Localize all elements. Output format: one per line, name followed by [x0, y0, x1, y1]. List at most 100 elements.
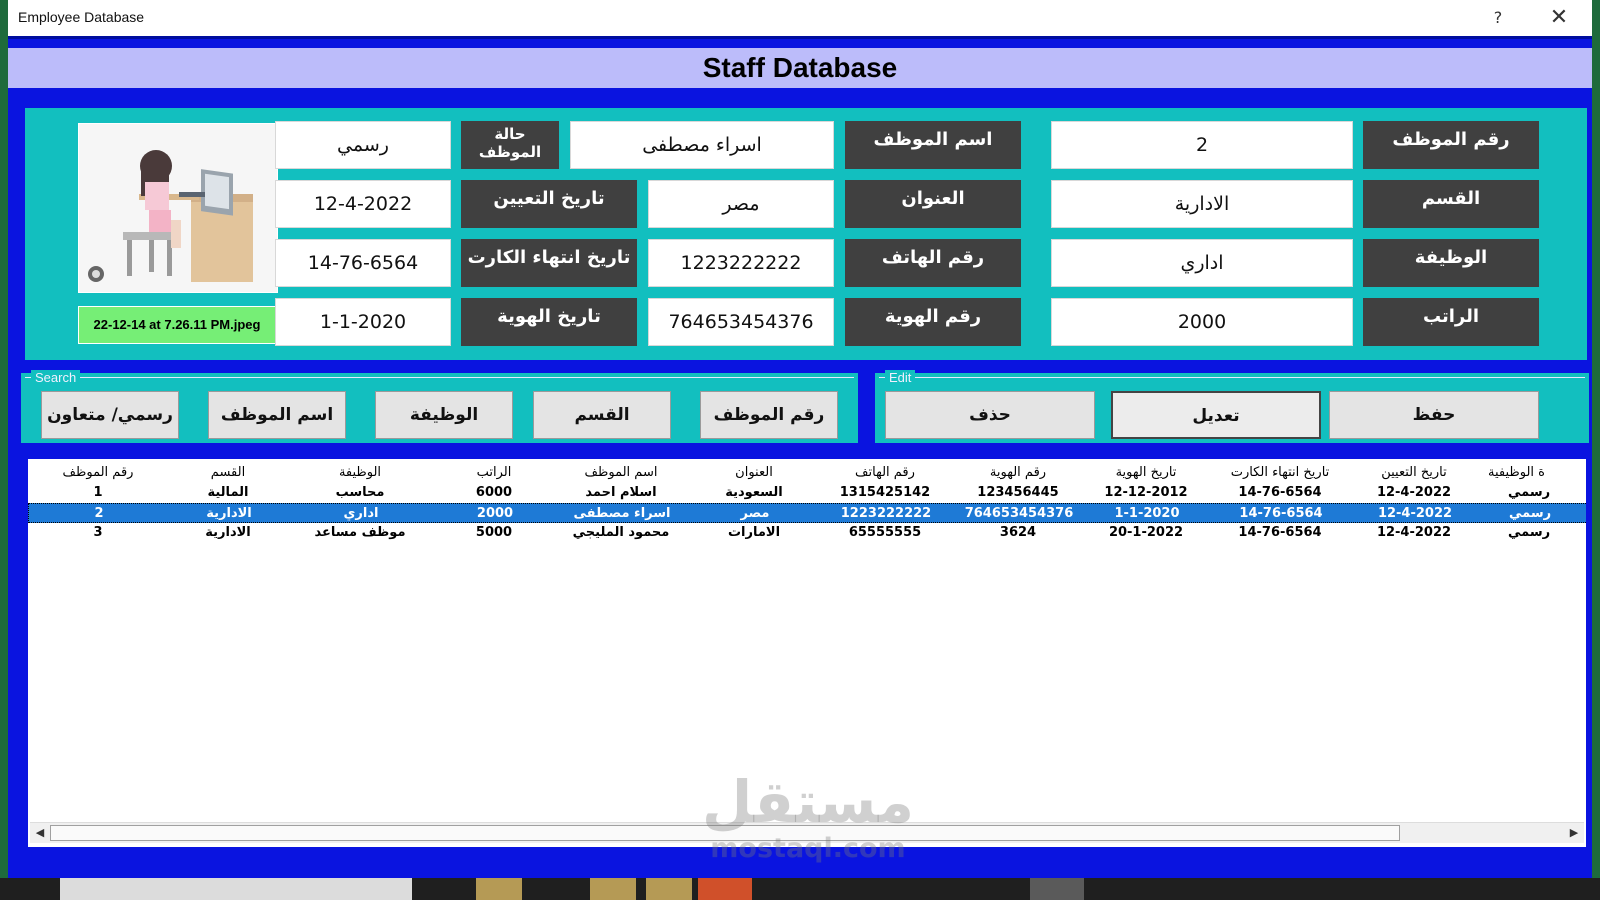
column-header[interactable]: اسم الموظف: [556, 463, 686, 483]
table-cell: 3: [93, 525, 103, 540]
emp-status-label: حالة الموظف: [461, 121, 559, 169]
hire-date-label: تاريخ التعيين: [461, 180, 637, 228]
employee-form-panel: 22-12-14 at 7.26.11 PM.jpeg رقم الموظف ا…: [22, 105, 1590, 363]
table-cell: 1: [93, 485, 103, 500]
table-cell: 20-1-2022: [1108, 525, 1184, 540]
column-header[interactable]: تاريخ الهوية: [1096, 463, 1196, 483]
column-header[interactable]: رقم الهاتف: [830, 463, 940, 483]
job-field[interactable]: اداري: [1051, 239, 1353, 287]
column-header[interactable]: القسم: [188, 463, 268, 483]
page-title: Staff Database: [702, 52, 898, 83]
column-header[interactable]: الوظيفة: [300, 463, 420, 483]
table-cell: رسمي: [1508, 485, 1551, 500]
table-cell: المالية: [207, 485, 249, 500]
help-icon[interactable]: ?: [1488, 8, 1508, 27]
table-cell: 1-1-2020: [1114, 506, 1180, 521]
taskbar-item[interactable]: [60, 878, 412, 900]
id-date-field[interactable]: 1-1-2020: [275, 298, 451, 346]
card-expiry-field[interactable]: 14-76-6564: [275, 239, 451, 287]
table-cell: 6000: [475, 485, 513, 500]
table-cell: 1315425142: [839, 485, 931, 500]
search-by-name-button[interactable]: اسم الموظف: [208, 391, 346, 439]
search-legend: Search: [31, 370, 81, 386]
salary-label: الراتب: [1363, 298, 1539, 346]
table-cell: محمود المليجي: [572, 525, 670, 540]
edit-frame: Edit حذف تعديل حفظ: [872, 370, 1592, 446]
table-cell: 14-76-6564: [1238, 525, 1322, 540]
table-row[interactable]: 3 الادارية موظف مساعد 5000 محمود المليجي…: [28, 523, 1586, 543]
job-label: الوظيفة: [1363, 239, 1539, 287]
department-field[interactable]: الادارية: [1051, 180, 1353, 228]
heading-band: Staff Database: [8, 48, 1592, 88]
table-cell: 14-76-6564: [1239, 506, 1323, 521]
taskbar: [0, 878, 1600, 900]
address-label: العنوان: [845, 180, 1021, 228]
column-header[interactable]: الراتب: [454, 463, 534, 483]
modify-button[interactable]: تعديل: [1111, 391, 1321, 439]
taskbar-item[interactable]: [590, 878, 636, 900]
table-cell: اسراء مصطفى: [573, 506, 671, 521]
table-cell: 65555555: [848, 525, 922, 540]
table-cell: 2: [94, 506, 104, 521]
emp-name-label: اسم الموظف: [845, 121, 1021, 169]
table-cell: 2000: [476, 506, 514, 521]
taskbar-item[interactable]: [476, 878, 522, 900]
taskbar-item[interactable]: [646, 878, 692, 900]
close-icon[interactable]: ✕: [1546, 5, 1572, 31]
scroll-right-icon[interactable]: ▶: [1564, 823, 1584, 843]
title-bar: Employee Database ? ✕: [8, 0, 1592, 39]
address-field[interactable]: مصر: [648, 180, 834, 228]
edit-frame-line: [879, 377, 1585, 378]
id-number-field[interactable]: 764653454376: [648, 298, 834, 346]
employee-photo[interactable]: [78, 123, 278, 293]
salary-field[interactable]: 2000: [1051, 298, 1353, 346]
photo-filename[interactable]: 22-12-14 at 7.26.11 PM.jpeg: [78, 306, 276, 344]
save-button[interactable]: حفظ: [1329, 391, 1539, 439]
column-header[interactable]: ة الوظيفية: [1488, 463, 1586, 483]
table-cell: محاسب: [335, 485, 385, 500]
table-cell: الادارية: [206, 506, 252, 521]
employee-illustration: [79, 124, 277, 292]
table-cell: 764653454376: [964, 506, 1074, 521]
table-cell: اداري: [343, 506, 379, 521]
delete-button[interactable]: حذف: [885, 391, 1095, 439]
column-header[interactable]: العنوان: [704, 463, 804, 483]
column-header[interactable]: تاريخ التعيين: [1364, 463, 1464, 483]
column-header[interactable]: تاريخ انتهاء الكارت: [1210, 463, 1350, 483]
emp-name-field[interactable]: اسراء مصطفى: [570, 121, 834, 169]
table-cell: اسلام احمد: [585, 485, 657, 500]
app-window: Employee Database ? ✕ Staff Database 22-…: [8, 0, 1592, 900]
table-cell: 3624: [999, 525, 1037, 540]
table-cell: 1223222222: [840, 506, 932, 521]
column-header[interactable]: رقم الهوية: [958, 463, 1078, 483]
table-cell: 12-4-2022: [1377, 506, 1453, 521]
watermark-arabic: مستقل: [701, 768, 915, 836]
table-cell: 5000: [475, 525, 513, 540]
watermark-url: mostaql.com: [710, 833, 906, 864]
table-cell: الادارية: [205, 525, 251, 540]
search-by-department-button[interactable]: القسم: [533, 391, 671, 439]
taskbar-item[interactable]: [698, 878, 752, 900]
search-frame-line: [25, 377, 854, 378]
search-frame: Search رسمي/ متعاون اسم الموظف الوظيفة ا…: [18, 370, 861, 446]
taskbar-item[interactable]: [1030, 878, 1084, 900]
phone-field[interactable]: 1223222222: [648, 239, 834, 287]
emp-id-field[interactable]: 2: [1051, 121, 1353, 169]
emp-status-field[interactable]: رسمي: [275, 121, 451, 169]
search-by-id-button[interactable]: رقم الموظف: [700, 391, 838, 439]
table-cell: موظف مساعد: [314, 525, 406, 540]
table-cell: الامارات: [727, 525, 781, 540]
table-cell: رسمي: [1509, 506, 1552, 521]
table-header-row: رقم الموظف القسم الوظيفة الراتب اسم المو…: [28, 463, 1586, 483]
table-row-selected[interactable]: 2 الادارية اداري 2000 اسراء مصطفى مصر 12…: [28, 503, 1586, 523]
search-by-job-button[interactable]: الوظيفة: [375, 391, 513, 439]
search-by-status-button[interactable]: رسمي/ متعاون: [41, 391, 179, 439]
column-header[interactable]: رقم الموظف: [58, 463, 138, 483]
hire-date-field[interactable]: 12-4-2022: [275, 180, 451, 228]
id-date-label: تاريخ الهوية: [461, 298, 637, 346]
window-title: Employee Database: [18, 9, 145, 25]
scroll-left-icon[interactable]: ◀: [30, 823, 50, 843]
table-row[interactable]: 1 المالية محاسب 6000 اسلام احمد السعودية…: [28, 483, 1586, 503]
table-cell: 12-12-2012: [1104, 485, 1188, 500]
edit-legend: Edit: [885, 370, 916, 386]
